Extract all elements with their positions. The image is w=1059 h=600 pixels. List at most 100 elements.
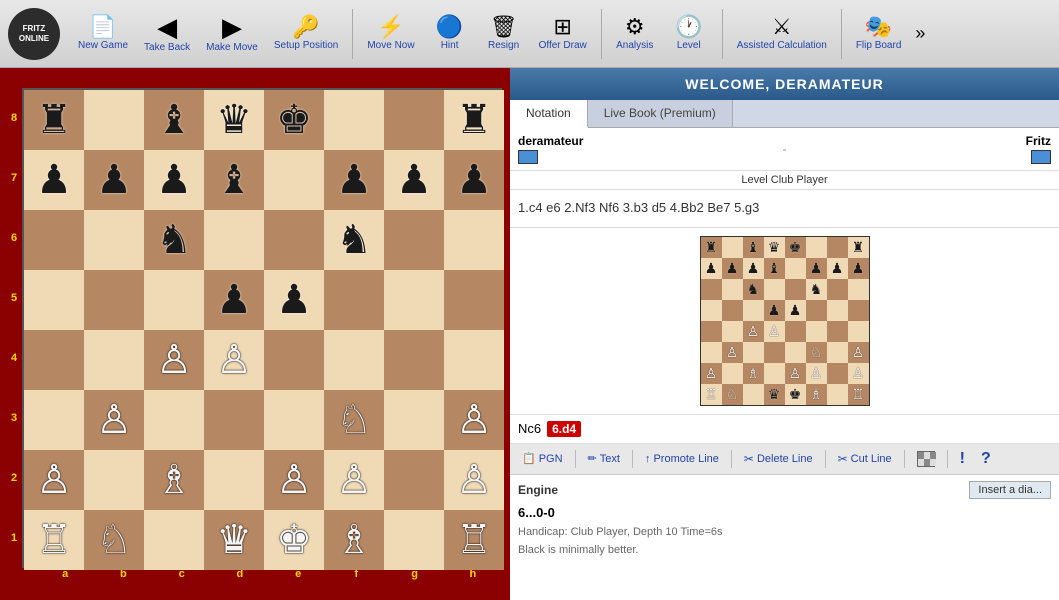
nota-sep-2	[632, 450, 633, 468]
toolbar-more-button[interactable]: »	[911, 19, 929, 48]
move-now-button[interactable]: ⚡ Move Now	[361, 12, 420, 55]
square-e7[interactable]	[264, 150, 324, 210]
square-d7[interactable]: ♝	[204, 150, 264, 210]
square-a6[interactable]	[24, 210, 84, 270]
square-b1[interactable]: ♘	[84, 510, 144, 570]
square-d5[interactable]: ♟	[204, 270, 264, 330]
square-b6[interactable]	[84, 210, 144, 270]
delete-line-button[interactable]: ✂ Delete Line	[738, 450, 819, 468]
mini-sq-r6c4: ♙	[785, 363, 806, 384]
square-e5[interactable]: ♟	[264, 270, 324, 330]
square-c3[interactable]	[144, 390, 204, 450]
square-a1[interactable]: ♖	[24, 510, 84, 570]
square-d3[interactable]	[204, 390, 264, 450]
promote-line-button[interactable]: ↑ Promote Line	[639, 451, 725, 467]
square-f5[interactable]	[324, 270, 384, 330]
square-c8[interactable]: ♝	[144, 90, 204, 150]
offer-draw-button[interactable]: ⊞ Offer Draw	[533, 12, 593, 55]
pgn-button[interactable]: 📋 PGN	[516, 450, 569, 467]
square-f7[interactable]: ♟	[324, 150, 384, 210]
square-g1[interactable]	[384, 510, 444, 570]
assisted-calc-button[interactable]: ⚔ Assisted Calculation	[731, 12, 833, 55]
square-e6[interactable]	[264, 210, 324, 270]
square-g6[interactable]	[384, 210, 444, 270]
square-a5[interactable]	[24, 270, 84, 330]
level-button[interactable]: 🕐 Level	[664, 12, 714, 55]
square-b8[interactable]	[84, 90, 144, 150]
square-a2[interactable]: ♙	[24, 450, 84, 510]
square-g8[interactable]	[384, 90, 444, 150]
flip-board-button[interactable]: 🎭 Flip Board	[850, 12, 908, 55]
square-f1[interactable]: ♗	[324, 510, 384, 570]
square-a8[interactable]: ♜	[24, 90, 84, 150]
chess-board[interactable]: ♜ ♝ ♛ ♚ ♜ ♟ ♟ ♟ ♝ ♟ ♟ ♟	[22, 88, 502, 568]
square-c1[interactable]	[144, 510, 204, 570]
square-f6[interactable]: ♞	[324, 210, 384, 270]
square-f3[interactable]: ♘	[324, 390, 384, 450]
square-g7[interactable]: ♟	[384, 150, 444, 210]
cut-line-button[interactable]: ✂ Cut Line	[832, 450, 898, 468]
diagram-button[interactable]	[911, 449, 941, 469]
square-g3[interactable]	[384, 390, 444, 450]
square-a3[interactable]	[24, 390, 84, 450]
square-d6[interactable]	[204, 210, 264, 270]
welcome-text: WELCOME, DERAMATEUR	[685, 76, 883, 92]
new-game-button[interactable]: 📄 New Game	[72, 12, 134, 55]
square-c4[interactable]: ♙	[144, 330, 204, 390]
mini-sq-r0c1	[722, 237, 743, 258]
square-e2[interactable]: ♙	[264, 450, 324, 510]
square-h8[interactable]: ♜	[444, 90, 504, 150]
tab-livebook[interactable]: Live Book (Premium)	[588, 100, 733, 127]
rank-7: 7	[8, 148, 20, 208]
square-e3[interactable]	[264, 390, 324, 450]
insert-diagram-button[interactable]: Insert a dia...	[969, 481, 1051, 499]
exclaim-button[interactable]: !	[954, 448, 971, 470]
square-h6[interactable]	[444, 210, 504, 270]
square-d2[interactable]	[204, 450, 264, 510]
mini-sq-r6c7: ♙	[848, 363, 869, 384]
square-d8[interactable]: ♛	[204, 90, 264, 150]
setup-position-button[interactable]: 🔑 Setup Position	[268, 12, 345, 55]
analysis-button[interactable]: ⚙ Analysis	[610, 12, 660, 55]
square-h1[interactable]: ♖	[444, 510, 504, 570]
take-back-button[interactable]: ◀ Take Back	[138, 10, 196, 57]
nota-sep-6	[947, 450, 948, 468]
square-f4[interactable]	[324, 330, 384, 390]
resign-button[interactable]: 🗑 Resign	[479, 12, 529, 55]
square-c5[interactable]	[144, 270, 204, 330]
square-b5[interactable]	[84, 270, 144, 330]
square-h7[interactable]: ♟	[444, 150, 504, 210]
square-h2[interactable]: ♙	[444, 450, 504, 510]
square-f2[interactable]: ♙	[324, 450, 384, 510]
square-a4[interactable]	[24, 330, 84, 390]
square-g2[interactable]	[384, 450, 444, 510]
square-b2[interactable]	[84, 450, 144, 510]
tab-notation[interactable]: Notation	[510, 100, 588, 128]
square-h3[interactable]: ♙	[444, 390, 504, 450]
square-b4[interactable]	[84, 330, 144, 390]
square-f8[interactable]	[324, 90, 384, 150]
square-d1[interactable]: ♛	[204, 510, 264, 570]
square-e1[interactable]: ♚	[264, 510, 324, 570]
mini-sq-r2c3	[764, 279, 785, 300]
square-e4[interactable]	[264, 330, 324, 390]
square-h4[interactable]	[444, 330, 504, 390]
square-h5[interactable]	[444, 270, 504, 330]
mini-sq-r3c5	[806, 300, 827, 321]
square-a7[interactable]: ♟	[24, 150, 84, 210]
square-c2[interactable]: ♗	[144, 450, 204, 510]
square-c6[interactable]: ♞	[144, 210, 204, 270]
make-move-button[interactable]: ▶ Make Move	[200, 10, 264, 57]
question-button[interactable]: ?	[975, 448, 997, 470]
square-g5[interactable]	[384, 270, 444, 330]
square-c7[interactable]: ♟	[144, 150, 204, 210]
square-b3[interactable]: ♙	[84, 390, 144, 450]
piece-d5: ♟	[216, 280, 252, 320]
text-button[interactable]: ✏ Text	[582, 450, 626, 467]
fritz-logo[interactable]: FRITZ ONLINE	[8, 8, 60, 60]
hint-button[interactable]: 🔵 Hint	[425, 12, 475, 55]
square-b7[interactable]: ♟	[84, 150, 144, 210]
square-d4[interactable]: ♙	[204, 330, 264, 390]
square-g4[interactable]	[384, 330, 444, 390]
square-e8[interactable]: ♚	[264, 90, 324, 150]
